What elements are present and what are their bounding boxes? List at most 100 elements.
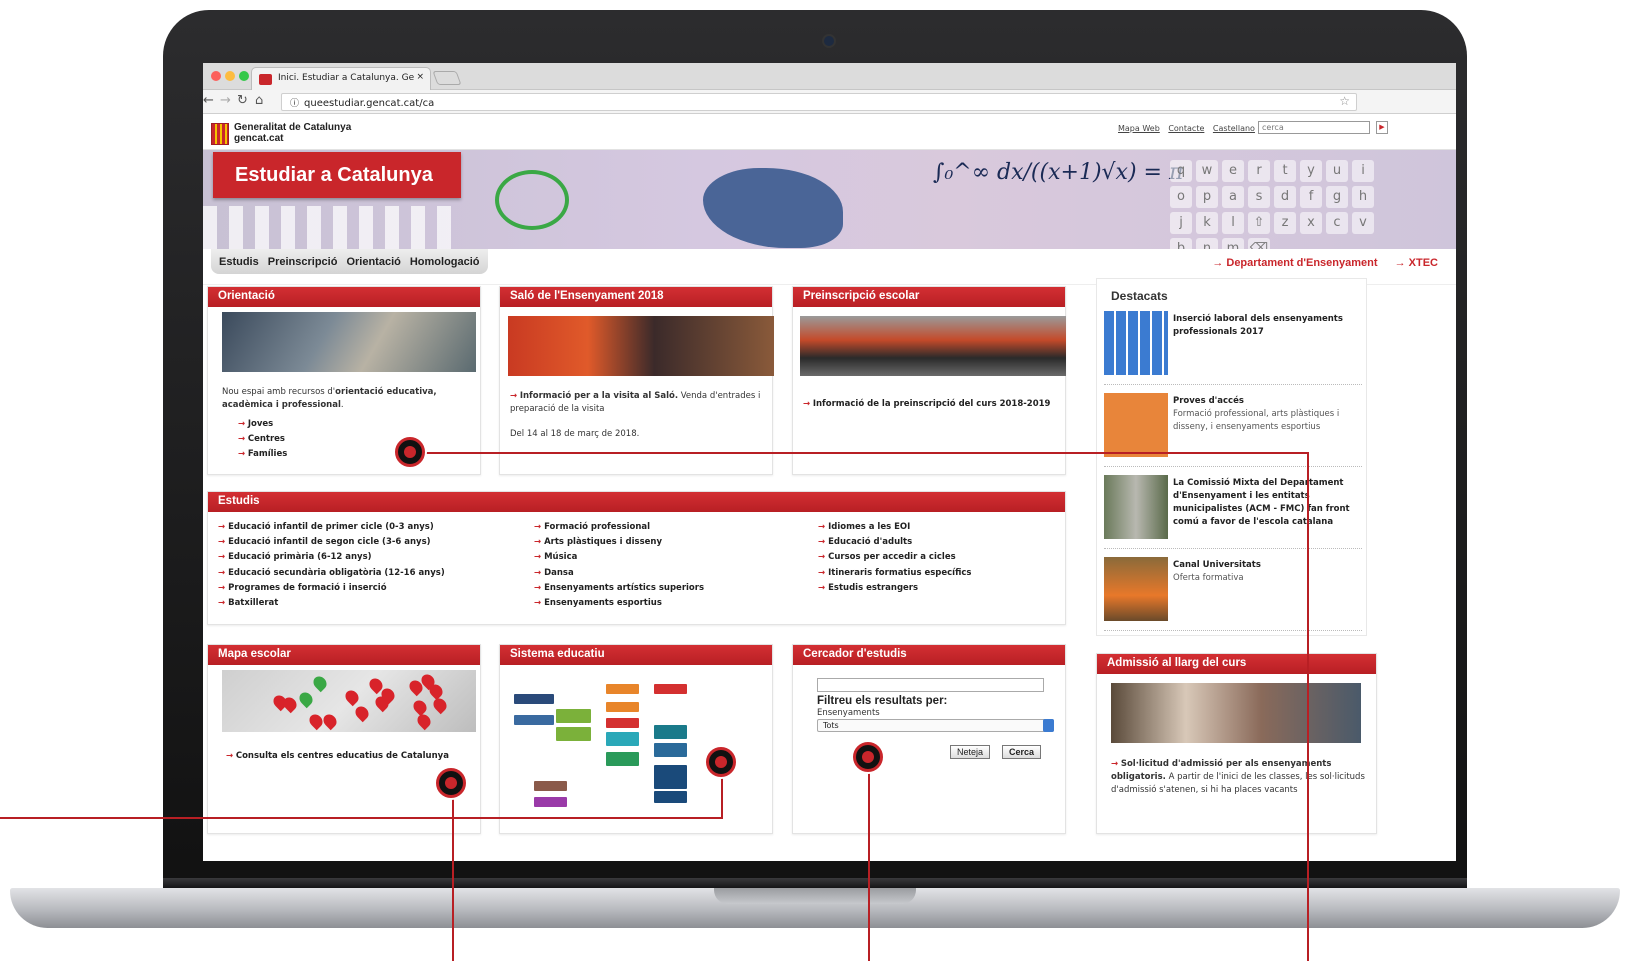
destacat-item[interactable]: La Comissió Mixta del Departament d'Ense… [1104, 469, 1362, 549]
orientacio-box: Orientació Nou espai amb recursos d'orie… [207, 286, 481, 475]
close-window-icon[interactable] [211, 71, 221, 81]
generalitat-logo[interactable] [211, 123, 229, 145]
link-joves[interactable]: → Joves [238, 417, 287, 432]
link-departament[interactable]: → Departament d'Ensenyament [1212, 257, 1377, 269]
link-families-label: Famílies [247, 449, 288, 459]
tab-bar: Inici. Estudiar a Catalunya. Ge × [203, 63, 1456, 90]
admissio-photo[interactable] [1111, 683, 1361, 743]
salo-link[interactable]: → Informació per a la visita al Saló. Ve… [510, 390, 768, 416]
estudis-link[interactable]: → Dansa [534, 566, 704, 581]
browser-tab[interactable]: Inici. Estudiar a Catalunya. Ge × [251, 67, 431, 90]
link-xtec[interactable]: → XTEC [1395, 257, 1438, 269]
estudis-link[interactable]: → Idiomes a les EOI [818, 520, 972, 535]
destacat-item[interactable]: Canal Universitats Oferta formativa [1104, 551, 1362, 631]
estudis-link[interactable]: → Educació secundària obligatòria (12-16… [218, 566, 445, 581]
banner-title[interactable]: Estudiar a Catalunya [213, 152, 461, 198]
keyboard-key: k [1196, 212, 1218, 234]
sistema-title[interactable]: Sistema educatiu [500, 645, 772, 665]
site-search-input[interactable]: cerca [1258, 121, 1370, 134]
salo-photo[interactable] [508, 316, 774, 376]
orientacio-title[interactable]: Orientació [208, 287, 480, 307]
estudis-link[interactable]: → Educació infantil de segon cicle (3-6 … [218, 535, 445, 550]
diagram-node [654, 743, 687, 757]
estudis-link[interactable]: → Ensenyaments esportius [534, 596, 704, 611]
diagram-node [514, 694, 554, 704]
mapa-link[interactable]: → Consulta els centres educatius de Cata… [226, 750, 449, 763]
mapa-title[interactable]: Mapa escolar [208, 645, 480, 665]
destacat-item[interactable]: Proves d'accés Formació professional, art… [1104, 387, 1362, 467]
back-icon[interactable]: ← [203, 93, 214, 108]
link-joves-label: Joves [247, 419, 274, 429]
top-link-mapa-web[interactable]: Mapa Web [1118, 124, 1160, 133]
brand-line2: gencat.cat [234, 133, 284, 144]
estudis-link-label: Ensenyaments esportius [544, 598, 662, 609]
diagram-node [606, 752, 639, 766]
estudis-link[interactable]: → Educació primària (6-12 anys) [218, 550, 445, 565]
tab-close-icon[interactable]: × [416, 72, 424, 82]
admissio-text[interactable]: → Sol·licitud d'admissió per als ensenya… [1111, 758, 1369, 797]
destacat-item[interactable]: Inserció laboral dels ensenyaments profe… [1104, 305, 1362, 385]
estudis-link[interactable]: → Estudis estrangers [818, 581, 972, 596]
preinscripcio-link[interactable]: → Informació de la preinscripció del cur… [803, 398, 1061, 411]
keyboard-key: f [1300, 186, 1322, 208]
estudis-link[interactable]: → Educació d'adults [818, 535, 972, 550]
neteja-button[interactable]: Neteja [950, 745, 991, 759]
home-icon[interactable]: ⌂ [255, 93, 263, 108]
estudis-link-label: Educació d'adults [828, 537, 913, 548]
cercador-box: Cercador d'estudis Filtreu els resultats… [792, 644, 1066, 834]
estudis-link[interactable]: → Arts plàstiques i disseny [534, 535, 704, 550]
keyboard-key: b [1170, 238, 1192, 249]
estudis-link[interactable]: → Música [534, 550, 704, 565]
brand-text[interactable]: Generalitat de Catalunya gencat.cat [234, 122, 351, 144]
keyboard-key: p [1196, 186, 1218, 208]
tab-title: Inici. Estudiar a Catalunya. Ge [278, 73, 415, 83]
link-centres[interactable]: → Centres [238, 432, 287, 447]
estudis-title[interactable]: Estudis [208, 492, 1065, 512]
top-link-castellano[interactable]: Castellano [1213, 124, 1255, 133]
preinscripcio-title[interactable]: Preinscripció escolar [793, 287, 1065, 307]
url-field[interactable]: ⓘ queestudiar.gencat.cat/ca ☆ [281, 93, 1357, 111]
preinscripcio-photo[interactable] [800, 316, 1066, 376]
reload-icon[interactable]: ↻ [237, 93, 248, 108]
top-link-contacte[interactable]: Contacte [1168, 124, 1204, 133]
education-system-diagram[interactable] [514, 681, 694, 811]
bookmark-star-icon[interactable]: ☆ [1339, 94, 1350, 108]
link-families[interactable]: → Famílies [238, 447, 287, 462]
estudis-link[interactable]: → Educació infantil de primer cicle (0-3… [218, 520, 445, 535]
gencat-favicon-icon [259, 74, 272, 85]
menu-item-preinscripcio[interactable]: Preinscripció [268, 256, 338, 268]
info-icon[interactable]: ⓘ [290, 99, 299, 109]
ensenyaments-select[interactable]: Tots [817, 719, 1054, 732]
keyboard-key: ⇧ [1248, 212, 1270, 234]
forward-icon[interactable]: → [220, 93, 231, 108]
cercador-title[interactable]: Cercador d'estudis [793, 645, 1065, 665]
new-tab-button[interactable] [432, 71, 462, 85]
diagram-node [654, 765, 687, 789]
salo-title[interactable]: Saló de l'Ensenyament 2018 [500, 287, 772, 307]
estudis-link[interactable]: → Formació professional [534, 520, 704, 535]
minimize-window-icon[interactable] [225, 71, 235, 81]
site-search-button[interactable]: ▶ [1376, 121, 1388, 134]
select-arrow-icon [1043, 719, 1054, 732]
menu-item-orientacio[interactable]: Orientació [346, 256, 400, 268]
orientacio-photo[interactable] [222, 312, 476, 372]
keyboard-key: q [1170, 160, 1192, 182]
maximize-window-icon[interactable] [239, 71, 249, 81]
admissio-title[interactable]: Admissió al llarg del curs [1097, 654, 1376, 674]
estudis-link[interactable]: → Ensenyaments artístics superiors [534, 581, 704, 596]
school-map-image[interactable] [222, 670, 476, 732]
menu-item-homologacio[interactable]: Homologació [410, 256, 480, 268]
menu-item-estudis[interactable]: Estudis [219, 256, 259, 268]
estudis-link-label: Ensenyaments artístics superiors [544, 582, 705, 593]
cerca-button[interactable]: Cerca [1002, 745, 1042, 759]
estudis-link[interactable]: → Programes de formació i inserció [218, 581, 445, 596]
estudis-link-label: Formació professional [544, 522, 651, 532]
estudis-box: Estudis → Educació infantil de primer ci… [207, 491, 1066, 625]
salo-box: Saló de l'Ensenyament 2018 → Informació … [499, 286, 774, 475]
destacat-title: Inserció laboral dels ensenyaments profe… [1173, 314, 1343, 337]
estudis-link[interactable]: → Itineraris formatius específics [818, 566, 972, 581]
cercador-text-input[interactable] [817, 678, 1044, 692]
estudis-link[interactable]: → Batxillerat [218, 596, 445, 611]
map-pin-icon [320, 711, 340, 731]
estudis-link[interactable]: → Cursos per accedir a cicles [818, 550, 972, 565]
